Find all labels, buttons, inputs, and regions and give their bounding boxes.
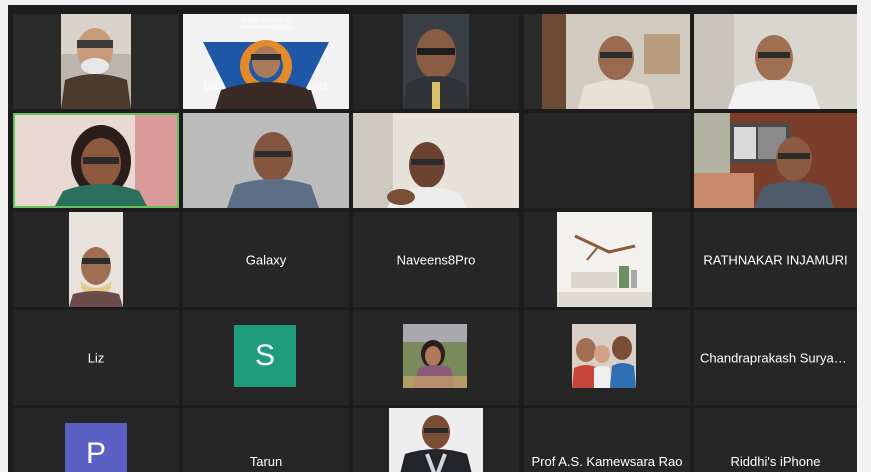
participant-video-man-bookshelf [694, 113, 857, 208]
participant-tile-name[interactable]: Naveens8Pro [353, 212, 519, 307]
participant-name-liz: Liz [87, 350, 105, 365]
frame-left [0, 0, 8, 472]
participant-video-man-room [524, 14, 690, 109]
participant-tile-video[interactable] [13, 14, 179, 109]
participant-tile-name[interactable]: Tarun [183, 408, 349, 472]
participant-tile-video[interactable] [524, 14, 690, 109]
participant-tile-active-speaker[interactable] [13, 113, 179, 208]
participant-tile-photo[interactable] [353, 408, 519, 472]
participant-tile-photo[interactable] [524, 310, 690, 405]
participant-tile-video[interactable] [694, 113, 857, 208]
participant-tile-name[interactable]: Galaxy [183, 212, 349, 307]
participant-tile-photo[interactable] [13, 212, 179, 307]
participant-tile-video[interactable]: 1947 2022 Indian Society of Anaesthesiol… [183, 14, 349, 109]
participant-photo-living-room [557, 212, 652, 307]
participant-name-naveens8pro: Naveens8Pro [396, 252, 476, 267]
participant-tile-video[interactable] [694, 14, 857, 109]
participant-tile-photo[interactable] [524, 212, 690, 307]
participant-tile-photo[interactable] [353, 310, 519, 405]
meeting-gallery: 1947 2022 Indian Society of Anaesthesiol… [0, 0, 871, 472]
participant-name-tarun: Tarun [249, 454, 283, 469]
participant-video-man-grey-wall [183, 113, 349, 208]
participant-name-riddhi: Riddhi's iPhone [730, 454, 821, 469]
participant-tile-name[interactable]: Liz [13, 310, 179, 405]
participant-video-man-white-shirt [694, 14, 857, 109]
participant-tile-avatar[interactable]: S [183, 310, 349, 405]
participant-tile-video[interactable] [353, 14, 519, 109]
participant-tile-name[interactable]: Riddhi's iPhone [694, 408, 857, 472]
participant-tile-name[interactable]: RATHNAKAR INJAMURI [694, 212, 857, 307]
participant-photo-man-suit [389, 408, 483, 472]
participant-photo-woman-garden [403, 324, 467, 388]
participant-video-woman [15, 115, 177, 206]
participant-tile-video[interactable] [183, 113, 349, 208]
participant-name-chandraprakash: Chandraprakash Suryaw... [700, 350, 854, 365]
participant-name-galaxy: Galaxy [245, 252, 287, 267]
participant-video-isa-logo: 1947 2022 Indian Society of Anaesthesiol… [183, 14, 349, 109]
participant-tile-video[interactable] [353, 113, 519, 208]
participant-video-man-suit [353, 14, 519, 109]
frame-right [857, 0, 871, 472]
participant-avatar-p: P [65, 423, 127, 472]
participant-tile-avatar[interactable]: P [13, 408, 179, 472]
frame-top [0, 0, 871, 5]
participant-name-kamewsara: Prof A.S. Kamewsara Rao [531, 454, 683, 469]
participant-video-man-speaking [353, 113, 519, 208]
participant-tile-empty[interactable] [524, 113, 690, 208]
participant-name-rathnakar: RATHNAKAR INJAMURI [703, 252, 848, 267]
participant-photo-family [572, 324, 636, 388]
participant-avatar-s: S [234, 325, 296, 387]
participant-tile-name[interactable]: Prof A.S. Kamewsara Rao [524, 408, 690, 472]
participant-video-elderly-man [13, 14, 179, 109]
participant-photo-woman-mask [69, 212, 123, 307]
logo-year-start: 1947 [203, 82, 223, 92]
participant-tile-name[interactable]: Chandraprakash Suryaw... [694, 310, 857, 405]
logo-year-end: 2022 [307, 82, 327, 92]
